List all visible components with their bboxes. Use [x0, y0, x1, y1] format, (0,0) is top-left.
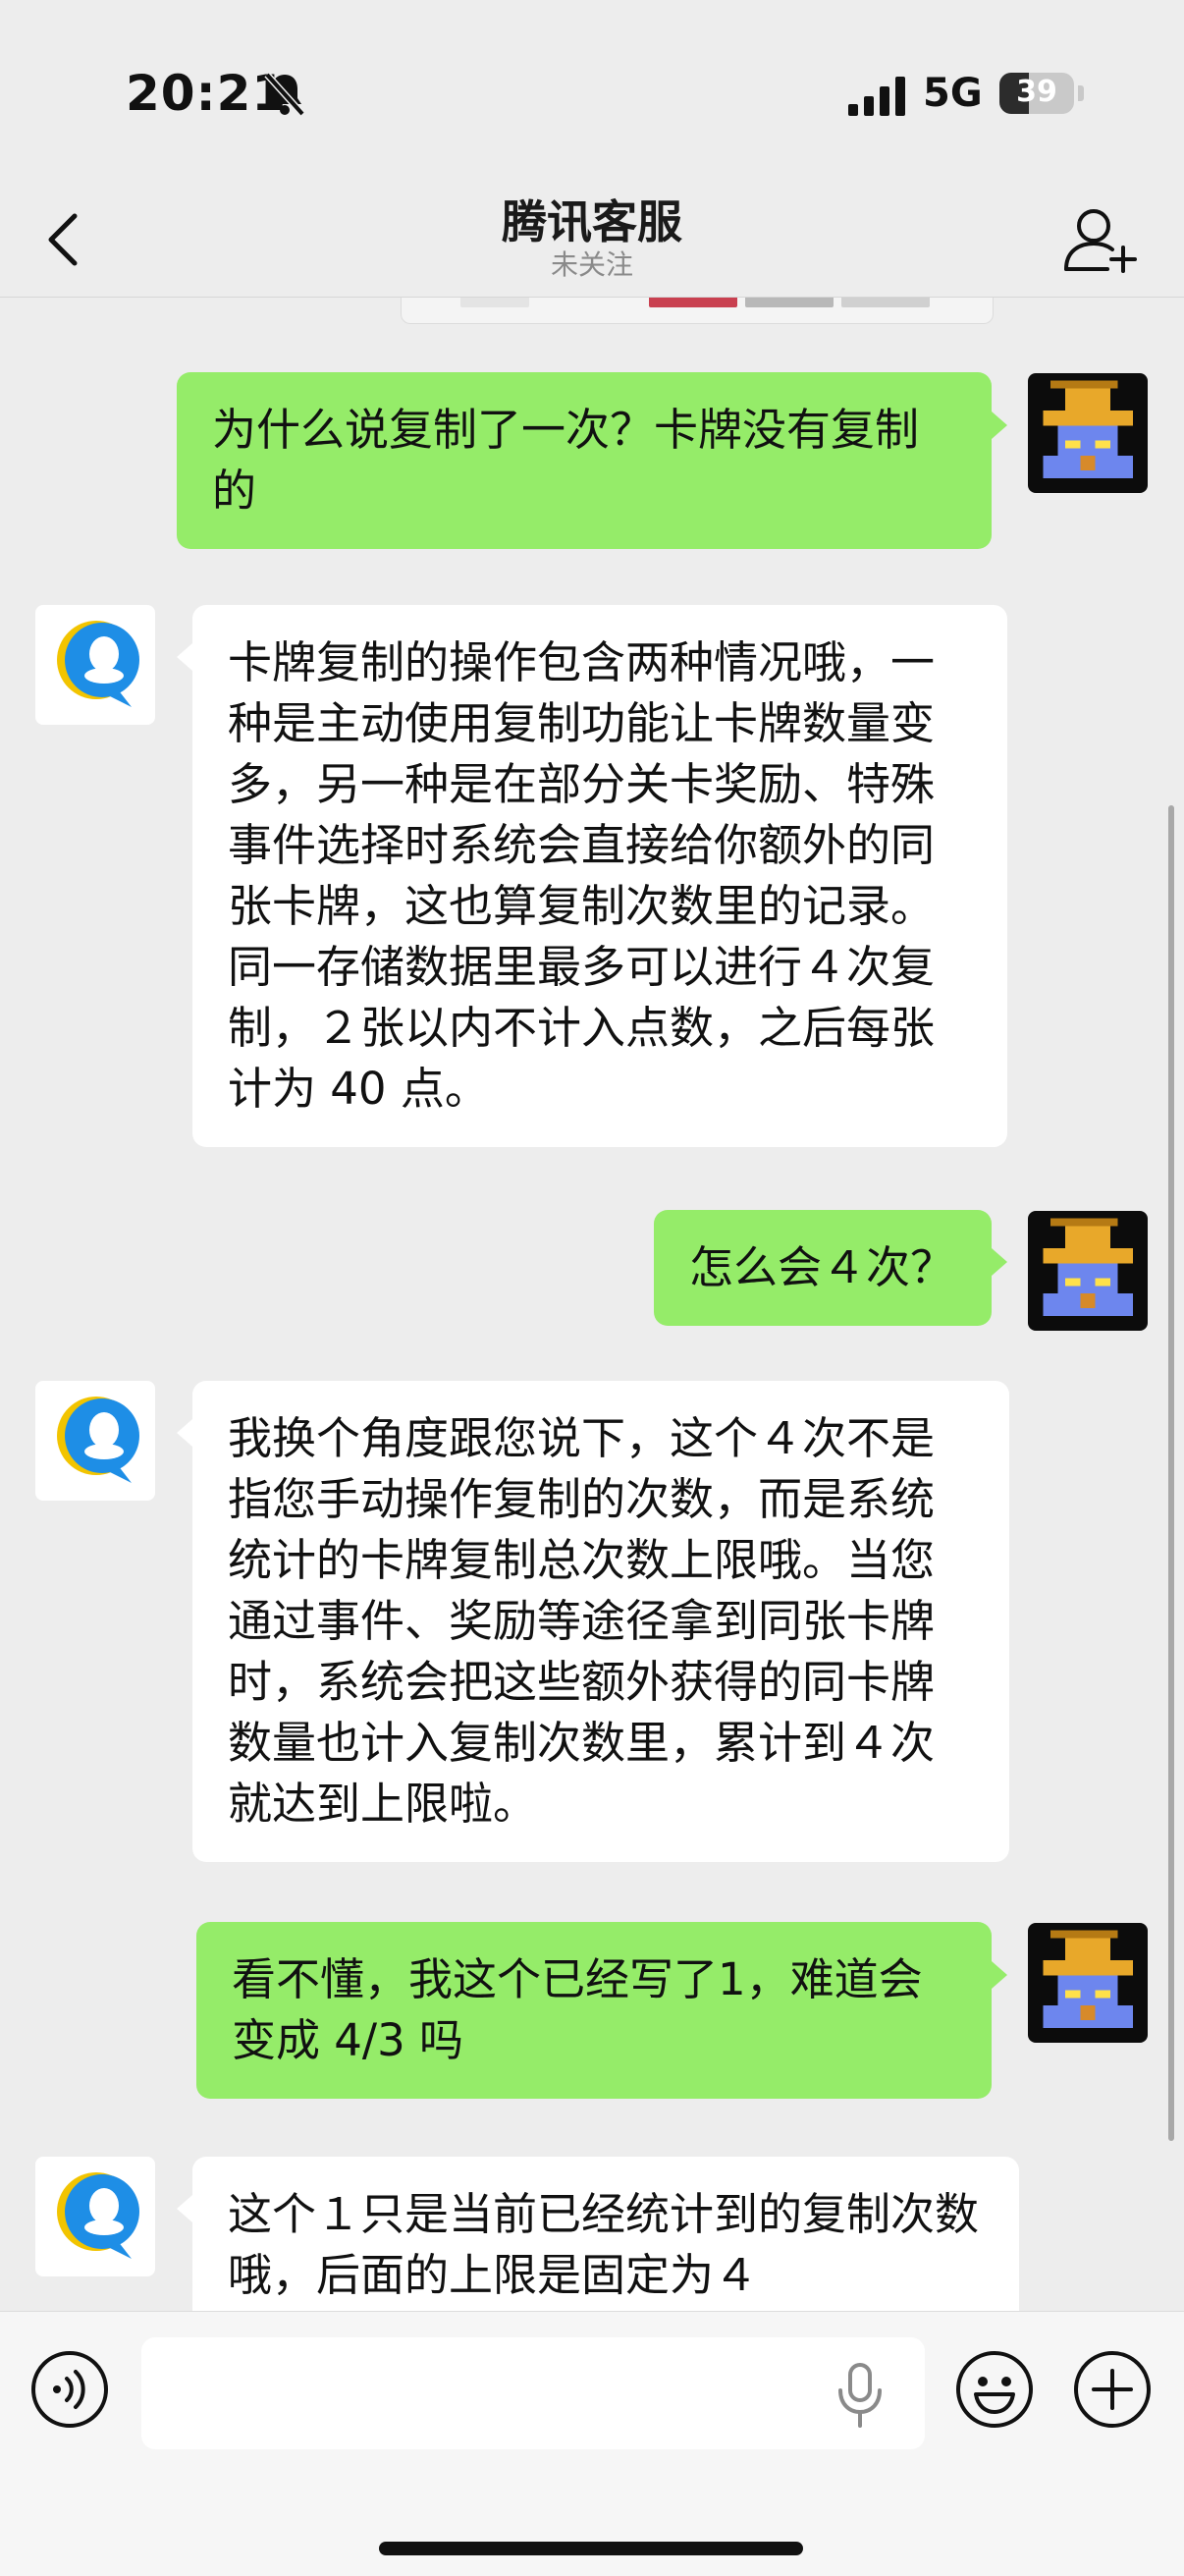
page-title: 腾讯客服	[502, 195, 682, 248]
bubble-tail	[992, 411, 1007, 439]
status-bar: 20:21 5G 39	[0, 0, 1184, 187]
message-input[interactable]	[141, 2337, 925, 2449]
nav-bar: 腾讯客服 未关注	[0, 187, 1184, 298]
network-type: 5G	[923, 71, 983, 116]
battery-level: 39	[1016, 75, 1057, 109]
bot-message[interactable]: 卡牌复制的操作包含两种情况哦，一种是主动使用复制功能让卡牌数量变多，另一种是在部…	[192, 605, 1007, 1147]
bot-message[interactable]: 我换个角度跟您说下，这个４次不是指您手动操作复制的次数，而是系统统计的卡牌复制总…	[192, 1381, 1009, 1862]
home-indicator[interactable]	[379, 2542, 803, 2555]
add-friend-icon[interactable]	[1062, 202, 1139, 277]
bot-avatar[interactable]	[35, 1381, 155, 1501]
input-bar	[0, 2311, 1184, 2576]
user-avatar[interactable]	[1028, 1211, 1148, 1331]
bell-slash-icon	[264, 72, 305, 117]
voice-icon[interactable]	[29, 2349, 110, 2430]
previous-image-message[interactable]	[401, 298, 994, 324]
bot-avatar[interactable]	[35, 2157, 155, 2276]
bubble-tail	[177, 643, 192, 671]
battery-cap	[1078, 85, 1084, 101]
user-avatar[interactable]	[1028, 1923, 1148, 2043]
user-message[interactable]: 看不懂，我这个已经写了1，难道会变成 4/3 吗	[196, 1922, 992, 2099]
scroll-indicator[interactable]	[1168, 805, 1174, 2141]
user-avatar[interactable]	[1028, 373, 1148, 493]
user-message[interactable]: 为什么说复制了一次？卡牌没有复制的	[177, 372, 992, 549]
bot-message[interactable]: 这个１只是当前已经统计到的复制次数哦，后面的上限是固定为４	[192, 2157, 1019, 2311]
signal-icon	[848, 77, 905, 116]
chat-list[interactable]: 为什么说复制了一次？卡牌没有复制的 卡牌复制的操作包含两种情况哦，一种是主动使用…	[0, 298, 1184, 2311]
emoji-icon[interactable]	[954, 2349, 1035, 2430]
user-message[interactable]: 怎么会４次？	[654, 1210, 992, 1326]
battery-icon: 39	[999, 73, 1074, 114]
plus-icon[interactable]	[1072, 2349, 1153, 2430]
bot-avatar[interactable]	[35, 605, 155, 725]
bubble-tail	[992, 1248, 1007, 1276]
bubble-tail	[177, 1419, 192, 1447]
bubble-tail	[177, 2195, 192, 2222]
follow-status: 未关注	[550, 248, 633, 281]
microphone-icon[interactable]	[833, 2361, 888, 2430]
bubble-tail	[992, 1961, 1007, 1989]
